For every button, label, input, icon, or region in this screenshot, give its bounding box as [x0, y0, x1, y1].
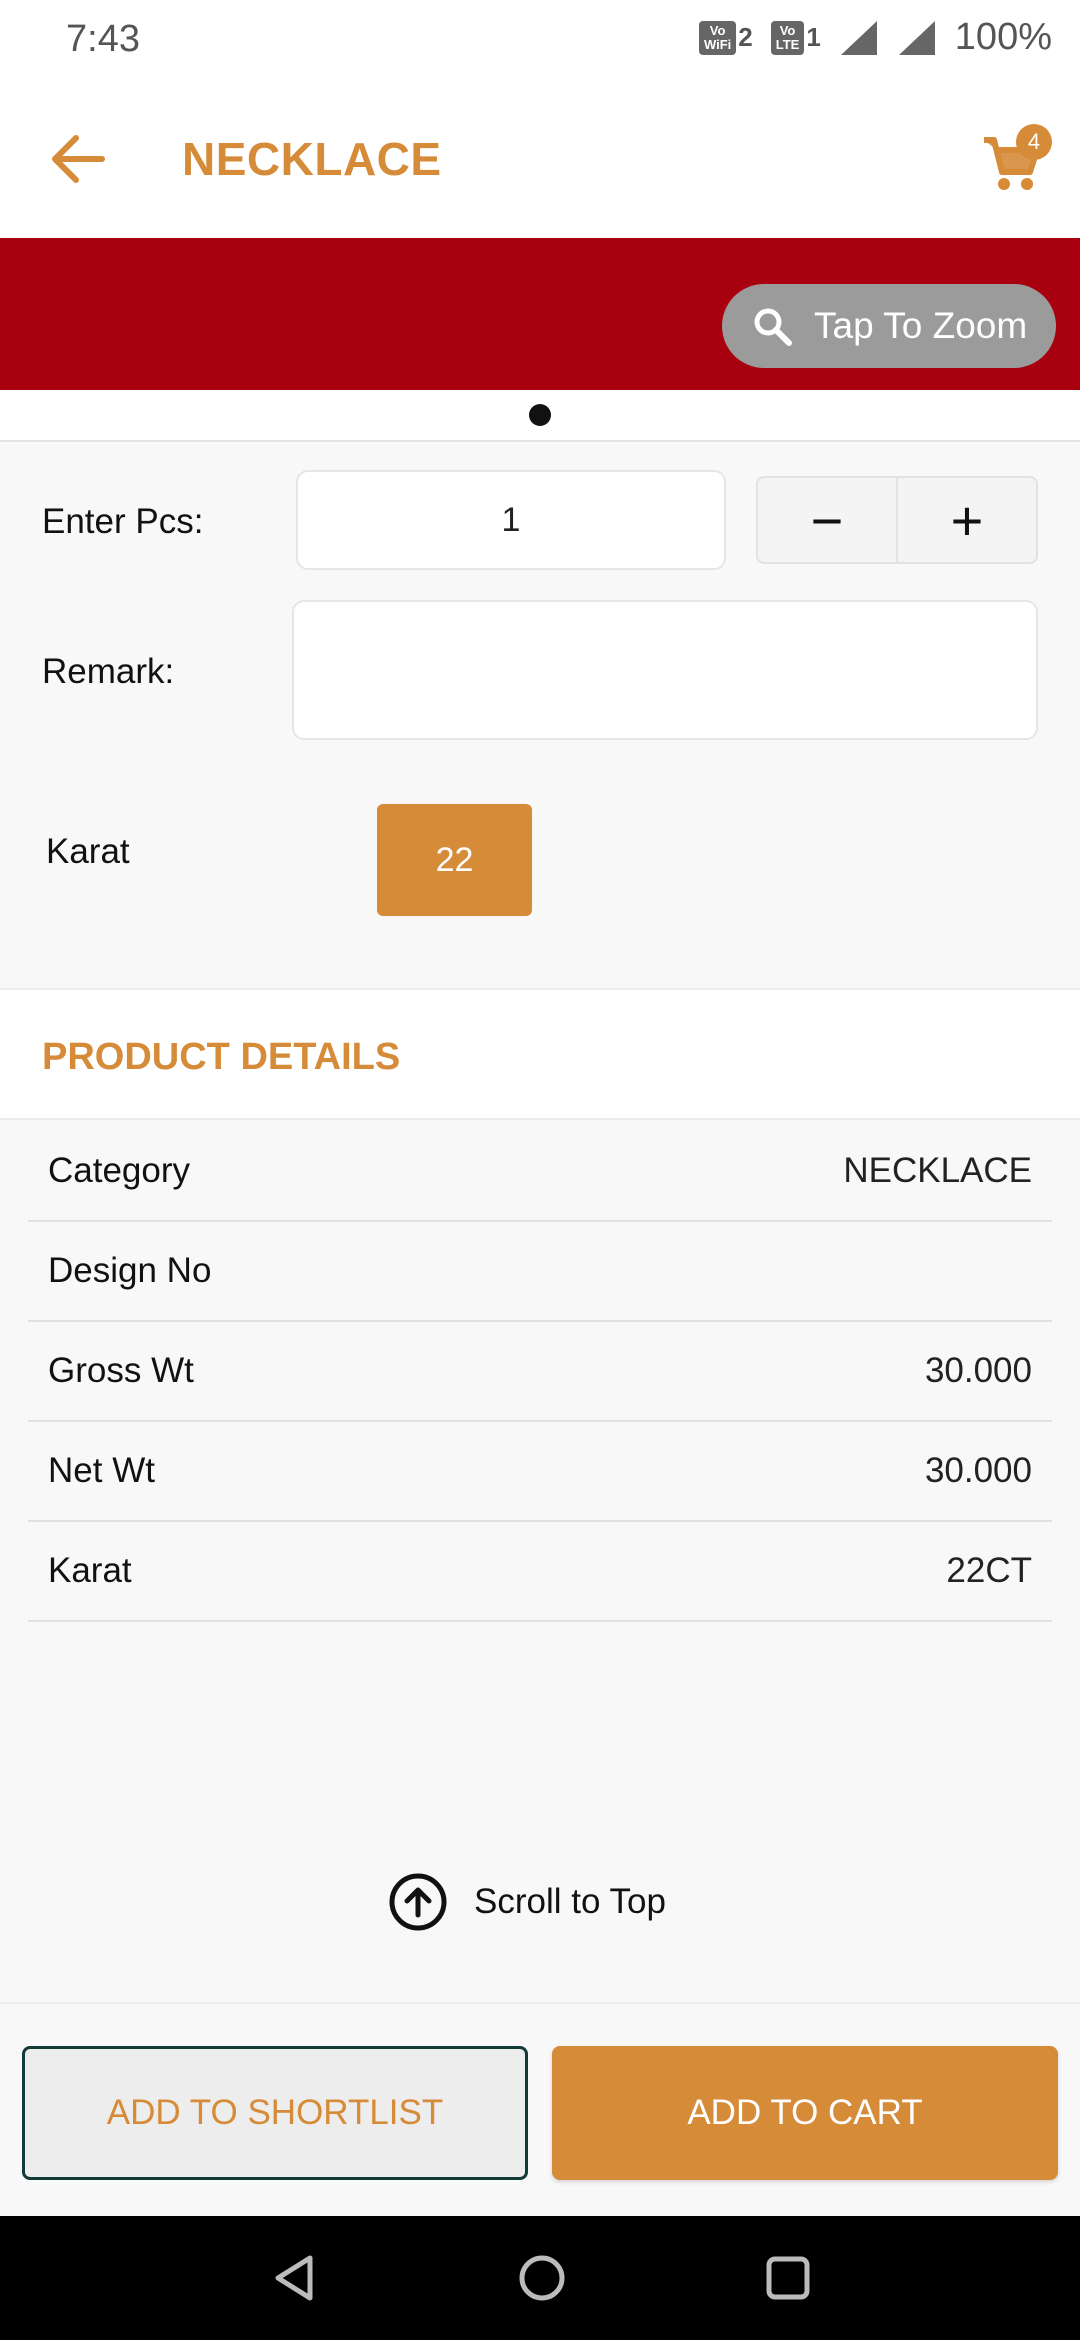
- increment-button[interactable]: +: [898, 478, 1036, 562]
- search-icon: [754, 308, 792, 346]
- system-nav-bar: [0, 2216, 1080, 2340]
- cart-button[interactable]: 4: [982, 124, 1052, 194]
- remark-field[interactable]: [292, 600, 1038, 740]
- product-image-banner[interactable]: Tap To Zoom: [0, 238, 1080, 390]
- product-details-header: PRODUCT DETAILS: [0, 988, 1080, 1120]
- pager-dot-active[interactable]: [529, 404, 551, 426]
- tap-to-zoom-button[interactable]: Tap To Zoom: [722, 284, 1056, 368]
- detail-key: Net Wt: [48, 1451, 155, 1490]
- table-row: Karat 22CT: [28, 1522, 1052, 1622]
- karat-label: Karat: [46, 832, 130, 871]
- wifi-calling-icon: Vo WiFi 2: [698, 20, 753, 55]
- scroll-to-top-button[interactable]: Scroll to Top: [388, 1872, 666, 1932]
- cart-count-badge: 4: [1016, 124, 1052, 160]
- detail-value: NECKLACE: [843, 1151, 1032, 1190]
- table-row: Design No: [28, 1222, 1052, 1322]
- karat-option-22[interactable]: 22: [377, 804, 532, 916]
- status-bar: 7:43 Vo WiFi 2 Vo LTE 1 100%: [0, 0, 1080, 80]
- pcs-input[interactable]: 1: [296, 470, 726, 570]
- detail-value: 30.000: [924, 1351, 1032, 1390]
- section-title: PRODUCT DETAILS: [42, 1036, 401, 1078]
- status-icons: Vo WiFi 2 Vo LTE 1 100%: [698, 16, 1052, 59]
- decrement-button[interactable]: −: [758, 478, 898, 562]
- square-recents-icon[interactable]: [756, 2246, 820, 2310]
- battery-level: 100%: [954, 16, 1052, 58]
- back-button[interactable]: [44, 124, 114, 194]
- detail-key: Category: [48, 1151, 191, 1190]
- page-title: NECKLACE: [182, 133, 442, 185]
- scroll-to-top-label: Scroll to Top: [474, 1882, 666, 1921]
- arrow-left-icon: [52, 135, 105, 183]
- add-to-shortlist-button[interactable]: ADD TO SHORTLIST: [22, 2046, 528, 2180]
- circle-home-icon[interactable]: [510, 2246, 574, 2310]
- add-to-cart-button[interactable]: ADD TO CART: [552, 2046, 1058, 2180]
- table-row: Gross Wt 30.000: [28, 1322, 1052, 1422]
- pcs-label: Enter Pcs:: [42, 502, 204, 541]
- detail-key: Karat: [48, 1551, 132, 1590]
- status-time: 7:43: [66, 18, 140, 60]
- detail-key: Gross Wt: [48, 1351, 194, 1390]
- triangle-back-icon[interactable]: [264, 2246, 328, 2310]
- detail-key: Design No: [48, 1251, 212, 1290]
- detail-value: 22CT: [946, 1551, 1032, 1590]
- arrow-up-circle-icon: [389, 1873, 447, 1931]
- image-pager: [0, 390, 1080, 442]
- signal-icon: [840, 20, 877, 55]
- product-details-table: Category NECKLACE Design No Gross Wt 30.…: [28, 1122, 1052, 1622]
- quantity-stepper: − +: [756, 476, 1038, 564]
- detail-value: 30.000: [924, 1451, 1032, 1490]
- zoom-label: Tap To Zoom: [814, 305, 1028, 346]
- remark-label: Remark:: [42, 652, 175, 691]
- bottom-action-bar: ADD TO SHORTLIST ADD TO CART: [0, 2002, 1080, 2216]
- app-bar: NECKLACE 4: [0, 80, 1080, 238]
- signal-icon: [898, 20, 935, 55]
- volte-icon: Vo LTE 1: [770, 20, 821, 55]
- table-row: Category NECKLACE: [28, 1122, 1052, 1222]
- table-row: Net Wt 30.000: [28, 1422, 1052, 1522]
